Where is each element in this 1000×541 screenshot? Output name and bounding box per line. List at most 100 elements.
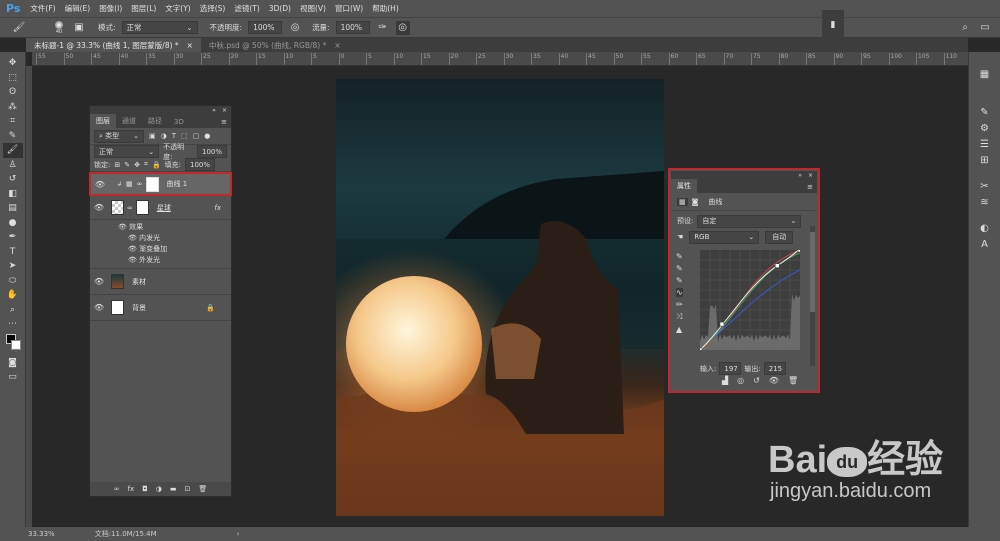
filter-pixel-icon[interactable]: ▣ <box>149 132 156 140</box>
magic-wand-icon[interactable]: ⁂ <box>3 100 23 115</box>
search-icon[interactable]: ⌕ <box>958 21 972 35</box>
input-field[interactable]: 197 <box>719 362 742 375</box>
visibility-eye-icon[interactable]: 👁 <box>769 376 779 385</box>
delete-layer-icon[interactable]: 🗑 <box>198 485 207 493</box>
more-tools-icon[interactable]: ⋯ <box>3 317 23 332</box>
sliders-icon[interactable]: ☰ <box>974 136 996 152</box>
new-adjustment-icon[interactable]: ◑ <box>156 485 162 493</box>
layer-background[interactable]: 👁 背景 🔒 <box>90 295 231 321</box>
tab-layers[interactable]: 图层 <box>90 114 116 128</box>
canvas-image[interactable] <box>336 79 664 516</box>
filter-type-icon[interactable]: T <box>172 132 176 140</box>
status-menu-arrow[interactable]: › <box>237 530 240 538</box>
screen-mode-icon[interactable]: ▭ <box>3 370 23 385</box>
pen-tool-icon[interactable]: ✒ <box>3 230 23 245</box>
info-icon[interactable]: ◐ <box>974 220 996 236</box>
lock-transparent-icon[interactable]: ⊞ <box>114 161 120 169</box>
panel-menu-icon[interactable]: ≡ <box>217 116 231 128</box>
layer-planet[interactable]: 👁 ∞ 星球 fx <box>90 196 231 220</box>
eyedropper-icon[interactable]: ✎ <box>3 129 23 144</box>
clipping-warning-icon[interactable]: ▲ <box>676 325 683 334</box>
brush-panel-icon[interactable]: ▣ <box>72 21 86 35</box>
flow-input[interactable]: 100% <box>335 21 370 34</box>
crop-tool-icon[interactable]: ⌗ <box>3 114 23 129</box>
close-icon[interactable]: × <box>222 107 227 114</box>
close-icon[interactable]: × <box>334 41 340 50</box>
fx-icon[interactable]: fx <box>214 204 221 212</box>
blend-mode-select[interactable]: 正常 ⌄ <box>94 145 160 158</box>
layer-mask-thumbnail[interactable] <box>145 176 159 192</box>
filter-shape-icon[interactable]: ⬚ <box>181 132 188 140</box>
eraser-icon[interactable]: ◧ <box>3 187 23 202</box>
scrollbar[interactable] <box>810 226 815 366</box>
layer-material[interactable]: 👁 素材 <box>90 269 231 295</box>
menu-view[interactable]: 视图(V) <box>300 3 326 14</box>
pressure-size-icon[interactable]: ◎ <box>395 20 410 35</box>
mode-select[interactable]: 正常 ⌄ <box>121 21 198 34</box>
properties-icon[interactable]: ⊞ <box>974 152 996 168</box>
filter-smart-icon[interactable]: ▢ <box>193 132 200 140</box>
menu-window[interactable]: 窗口(W) <box>335 3 363 14</box>
filter-adjust-icon[interactable]: ◑ <box>161 132 167 140</box>
gradient-tool-icon[interactable]: ▤ <box>3 201 23 216</box>
opacity-input[interactable]: 100% <box>248 21 283 34</box>
add-style-icon[interactable]: fx <box>128 485 135 493</box>
tab-paths[interactable]: 路径 <box>142 114 168 128</box>
lock-artboard-icon[interactable]: ⌗ <box>144 160 148 169</box>
curve-control-point[interactable] <box>775 263 780 268</box>
new-group-icon[interactable]: ▬ <box>170 485 177 493</box>
brush-settings-icon[interactable]: ✎ <box>974 104 996 120</box>
airbrush-icon[interactable]: ✑ <box>376 21 390 35</box>
zoom-level[interactable]: 33.33% <box>28 530 55 538</box>
curve-control-point[interactable] <box>797 250 800 253</box>
menu-type[interactable]: 文字(Y) <box>165 3 190 14</box>
lock-pixels-icon[interactable]: ✎ <box>124 161 130 169</box>
link-layers-icon[interactable]: ∞ <box>114 485 120 493</box>
zoom-tool-icon[interactable]: ⌕ <box>3 303 23 318</box>
white-point-eyedropper-icon[interactable]: ✎ <box>676 276 683 285</box>
tab-zhongqiu[interactable]: 中秋.psd @ 50% (曲线, RGB/8) * × <box>201 38 349 52</box>
type-tool-icon[interactable]: T <box>3 245 23 260</box>
layer-opacity-input[interactable]: 100% <box>197 145 227 158</box>
lock-position-icon[interactable]: ✥ <box>134 161 140 169</box>
gray-point-eyedropper-icon[interactable]: ✎ <box>676 264 683 273</box>
history-brush-icon[interactable]: ↺ <box>3 172 23 187</box>
filter-kind-select[interactable]: ⌕ 类型 ⌄ <box>94 129 144 143</box>
effect-inner-glow[interactable]: 👁 内发光 <box>90 233 231 244</box>
menu-help[interactable]: 帮助(H) <box>372 3 399 14</box>
visibility-eye-icon[interactable]: 👁 <box>91 180 109 189</box>
visibility-eye-icon[interactable]: 👁 <box>90 203 108 212</box>
view-previous-icon[interactable]: ◎ <box>737 376 744 385</box>
history-panel-icon[interactable]: ▦ <box>974 66 996 82</box>
effect-gradient-overlay[interactable]: 👁 渐变叠加 <box>90 244 231 255</box>
workspace-icon[interactable]: ▭ <box>978 21 992 35</box>
marquee-tool-icon[interactable]: ⬚ <box>3 71 23 86</box>
menu-file[interactable]: 文件(F) <box>30 3 55 14</box>
reset-icon[interactable]: ↺ <box>753 376 760 385</box>
effect-outer-glow[interactable]: 👁 外发光 <box>90 255 231 266</box>
curve-control-point[interactable] <box>719 321 725 327</box>
curve-control-point[interactable] <box>700 347 703 350</box>
pressure-opacity-icon[interactable]: ◎ <box>288 21 302 35</box>
collapse-icon[interactable]: » <box>798 172 802 179</box>
mask-icon[interactable]: ◙ <box>692 198 699 206</box>
output-field[interactable]: 215 <box>763 362 786 375</box>
menu-image[interactable]: 图像(I) <box>99 3 122 14</box>
menu-edit[interactable]: 编辑(E) <box>65 3 91 14</box>
brush-tool-preset-icon[interactable]: 🖌 <box>12 21 26 35</box>
lock-all-icon[interactable]: 🔒 <box>152 161 161 169</box>
close-icon[interactable]: × <box>187 41 193 50</box>
curves-adjustment-icon[interactable]: ▦ <box>677 197 688 206</box>
tab-3d[interactable]: 3D <box>168 116 190 128</box>
brush-tool-icon[interactable]: 🖌 <box>2 143 23 158</box>
menu-layer[interactable]: 图层(L) <box>131 3 156 14</box>
panel-menu-icon[interactable]: ≡ <box>803 181 817 193</box>
preset-select[interactable]: 自定 ⌄ <box>697 214 802 228</box>
menu-filter[interactable]: 滤镜(T) <box>234 3 259 14</box>
visibility-eye-icon[interactable]: 👁 <box>90 277 108 286</box>
collapse-icon[interactable]: » <box>212 107 216 114</box>
layer-mask-thumbnail[interactable] <box>135 200 149 215</box>
new-layer-icon[interactable]: ⊡ <box>184 485 190 493</box>
clip-to-layer-icon[interactable]: ▟ <box>722 376 728 385</box>
brush-size-picker[interactable]: 40 <box>52 20 66 35</box>
